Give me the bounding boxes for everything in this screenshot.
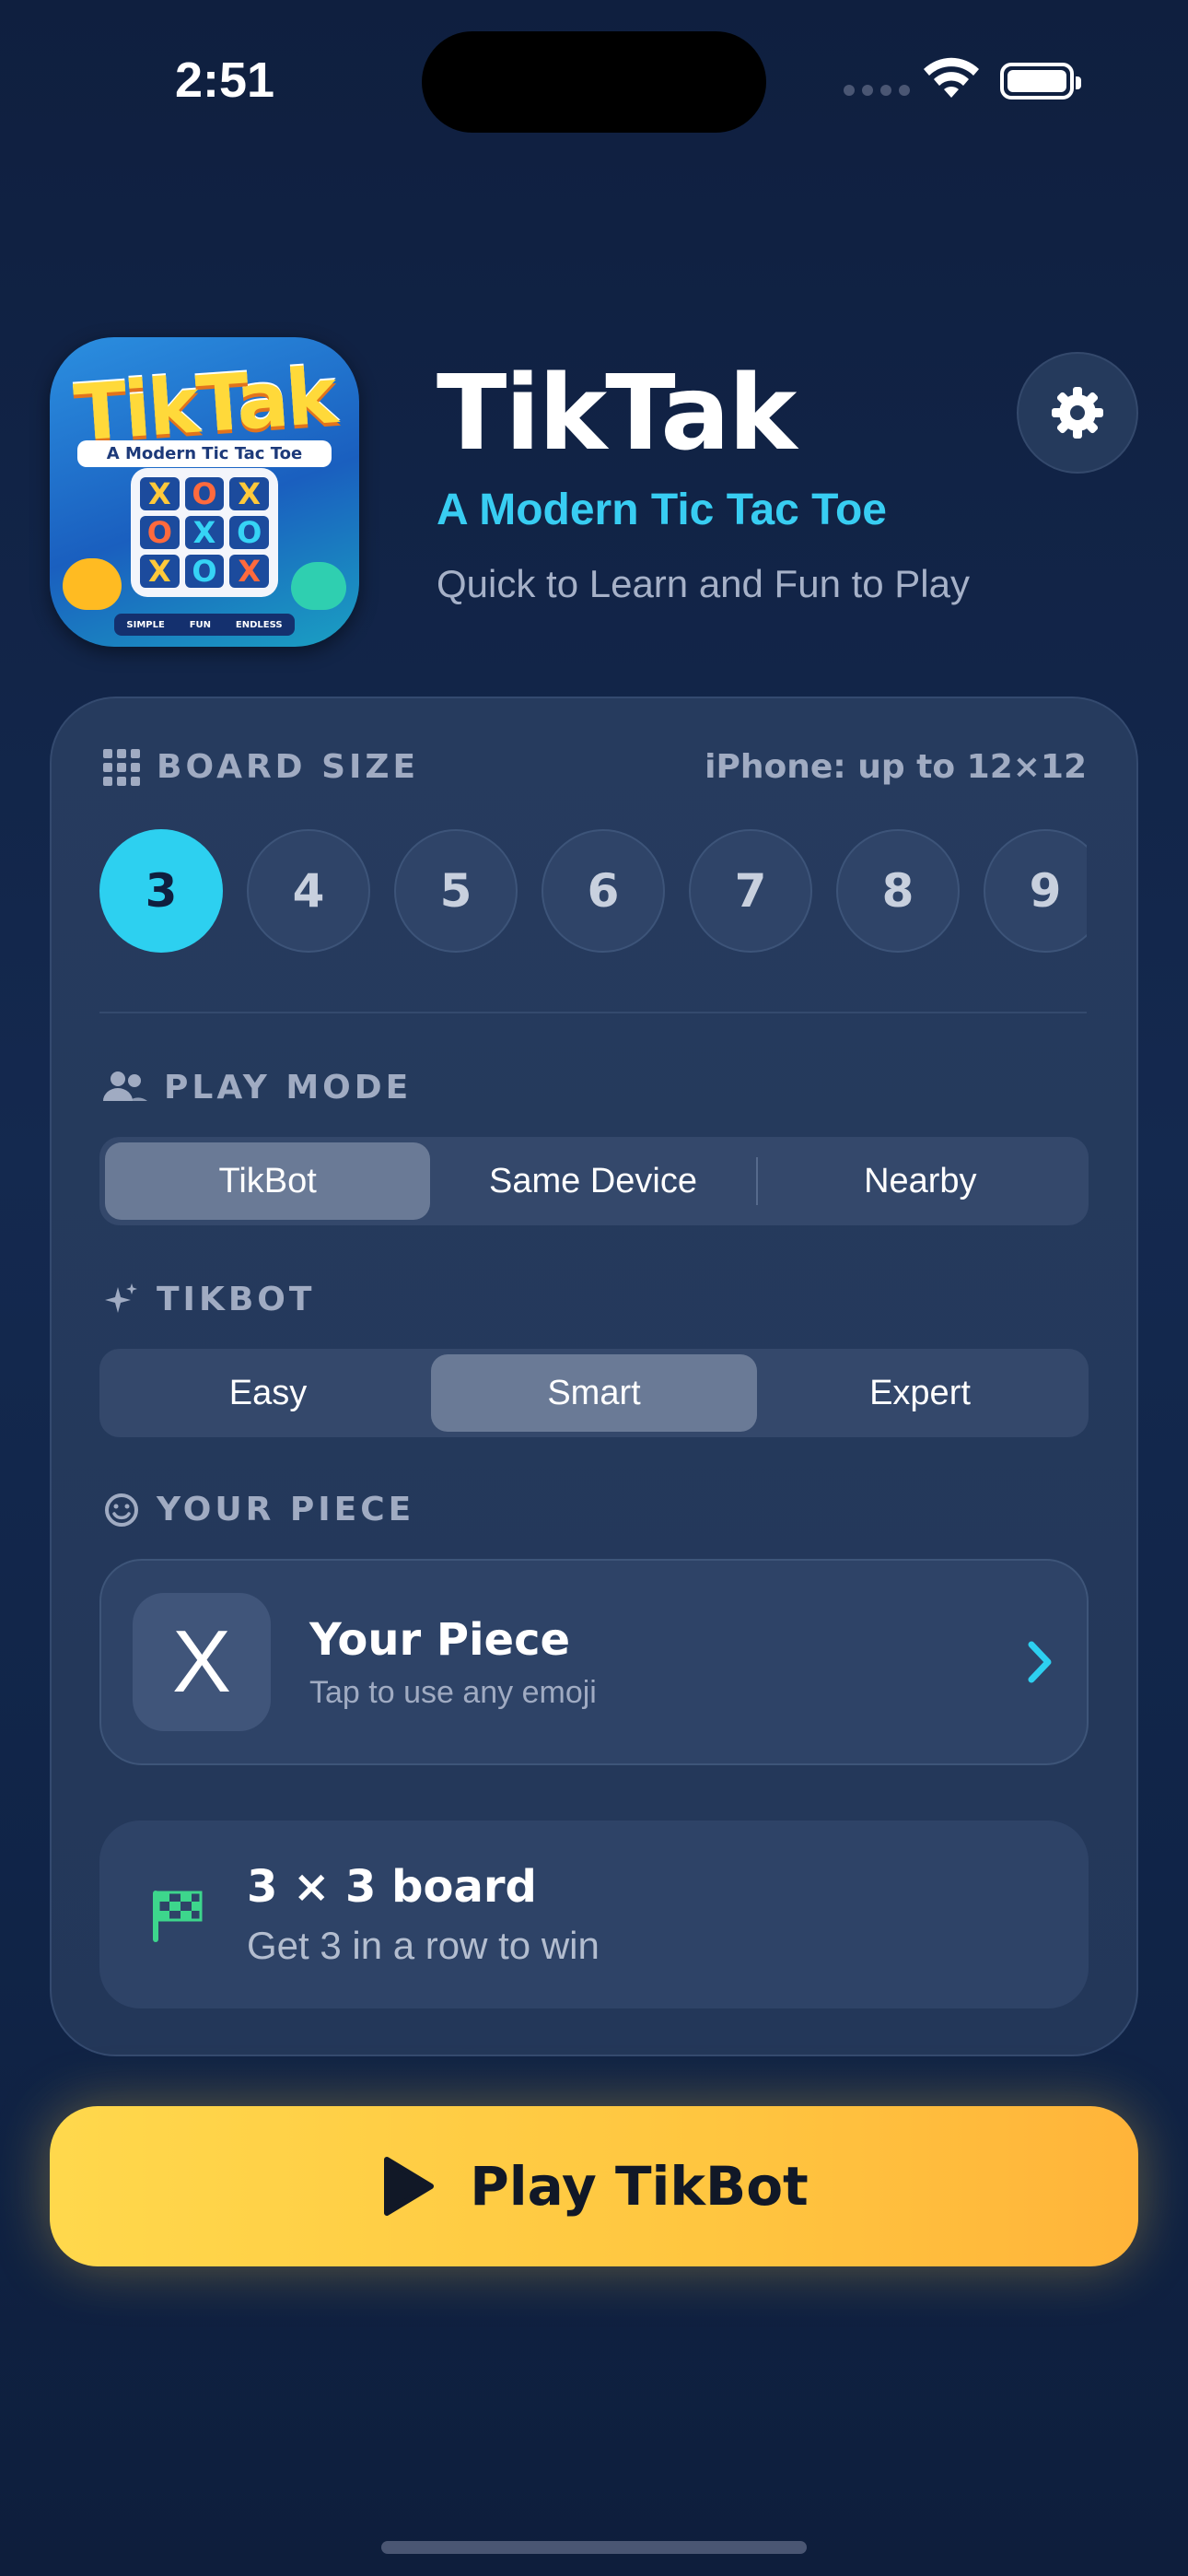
piece-text: Your Piece Tap to use any emoji <box>309 1614 1024 1711</box>
app-icon-cell: O <box>184 555 225 588</box>
app-icon-cell: X <box>229 555 269 588</box>
difficulty-easy[interactable]: Easy <box>105 1354 431 1432</box>
smiley-icon <box>105 1493 138 1527</box>
app-icon: TikTak A Modern Tic Tac Toe X O X O X O … <box>50 337 359 647</box>
settings-card: BOARD SIZE iPhone: up to 12×12 3 4 5 6 7… <box>50 697 1138 2056</box>
app-icon-cell: X <box>184 516 225 549</box>
app-icon-board: X O X O X O X O X <box>131 468 278 597</box>
play-button[interactable]: Play TikBot <box>50 2106 1138 2266</box>
home-indicator[interactable] <box>381 2541 807 2554</box>
people-icon <box>103 1071 147 1101</box>
board-size-picker: 3 4 5 6 7 8 9 <box>99 829 1087 958</box>
board-size-option-5[interactable]: 5 <box>394 829 518 953</box>
app-icon-cell: X <box>140 477 180 510</box>
play-mode-tikbot[interactable]: TikBot <box>105 1142 431 1220</box>
app-icon-mascot-yellow <box>63 558 122 610</box>
app-icon-cell: O <box>229 516 269 549</box>
board-info-subtitle: Get 3 in a row to win <box>247 1924 600 1967</box>
board-info-text: 3 × 3 board Get 3 in a row to win <box>247 1861 600 1968</box>
board-info-row: 3 × 3 board Get 3 in a row to win <box>99 1821 1089 2008</box>
app-icon-cell: X <box>229 477 269 510</box>
play-mode-label: PLAY MODE <box>164 1069 413 1107</box>
chevron-right-icon <box>1028 1641 1052 1683</box>
app-icon-badge: ENDLESS <box>235 619 283 630</box>
board-size-option-4[interactable]: 4 <box>247 829 370 953</box>
dynamic-island <box>422 31 766 133</box>
play-icon <box>384 2157 435 2216</box>
board-size-limit: iPhone: up to 12×12 <box>705 748 1087 786</box>
difficulty-expert[interactable]: Expert <box>757 1354 1083 1432</box>
board-size-header: BOARD SIZE <box>103 748 419 786</box>
cellular-signal-icon <box>844 85 910 96</box>
status-time: 2:51 <box>175 53 275 108</box>
piece-subtitle: Tap to use any emoji <box>309 1674 597 1710</box>
sparkles-icon <box>105 1282 137 1313</box>
piece-preview: X <box>133 1593 271 1731</box>
play-mode-nearby[interactable]: Nearby <box>758 1142 1083 1220</box>
piece-title: Your Piece <box>309 1613 571 1666</box>
play-mode-same-device[interactable]: Same Device <box>430 1142 755 1220</box>
board-size-option-3[interactable]: 3 <box>99 829 223 953</box>
grid-icon <box>103 748 140 786</box>
board-size-option-7[interactable]: 7 <box>689 829 812 953</box>
tikbot-header: TIKBOT <box>103 1281 315 1318</box>
your-piece-row[interactable]: X Your Piece Tap to use any emoji <box>99 1559 1089 1765</box>
app-title: TikTak <box>437 354 797 474</box>
app-icon-cell: O <box>184 477 225 510</box>
settings-button[interactable] <box>1017 352 1138 474</box>
app-icon-cell: O <box>140 516 180 549</box>
tikbot-difficulty-segmented-control: Easy Smart Expert <box>99 1349 1089 1437</box>
app-icon-badge: FUN <box>189 619 212 630</box>
board-size-option-6[interactable]: 6 <box>542 829 665 953</box>
your-piece-label: YOUR PIECE <box>157 1491 415 1528</box>
app-subtitle: A Modern Tic Tac Toe <box>437 486 887 534</box>
board-info-title: 3 × 3 board <box>247 1861 537 1913</box>
checkered-flag-icon <box>153 1891 203 1942</box>
board-size-option-9[interactable]: 9 <box>984 829 1087 953</box>
tikbot-label: TIKBOT <box>157 1281 316 1318</box>
app-icon-cell: X <box>140 555 180 588</box>
board-size-option-8[interactable]: 8 <box>836 829 960 953</box>
wifi-icon <box>924 57 979 98</box>
app-tagline: Quick to Learn and Fun to Play <box>437 562 970 605</box>
app-icon-badge: SIMPLE <box>126 619 165 630</box>
section-divider <box>99 1012 1087 1013</box>
app-icon-badges: SIMPLE FUN ENDLESS <box>114 614 295 636</box>
app-icon-mascot-teal <box>291 562 346 610</box>
play-button-label: Play TikBot <box>470 2155 809 2218</box>
app-icon-subtitle: A Modern Tic Tac Toe <box>77 440 332 467</box>
difficulty-smart[interactable]: Smart <box>431 1354 757 1432</box>
play-mode-segmented-control: TikBot Same Device Nearby <box>99 1137 1089 1225</box>
play-mode-header: PLAY MODE <box>103 1069 412 1107</box>
gear-icon <box>1052 387 1103 439</box>
your-piece-header: YOUR PIECE <box>103 1491 414 1528</box>
battery-icon <box>1000 63 1081 100</box>
board-size-label: BOARD SIZE <box>157 748 420 786</box>
